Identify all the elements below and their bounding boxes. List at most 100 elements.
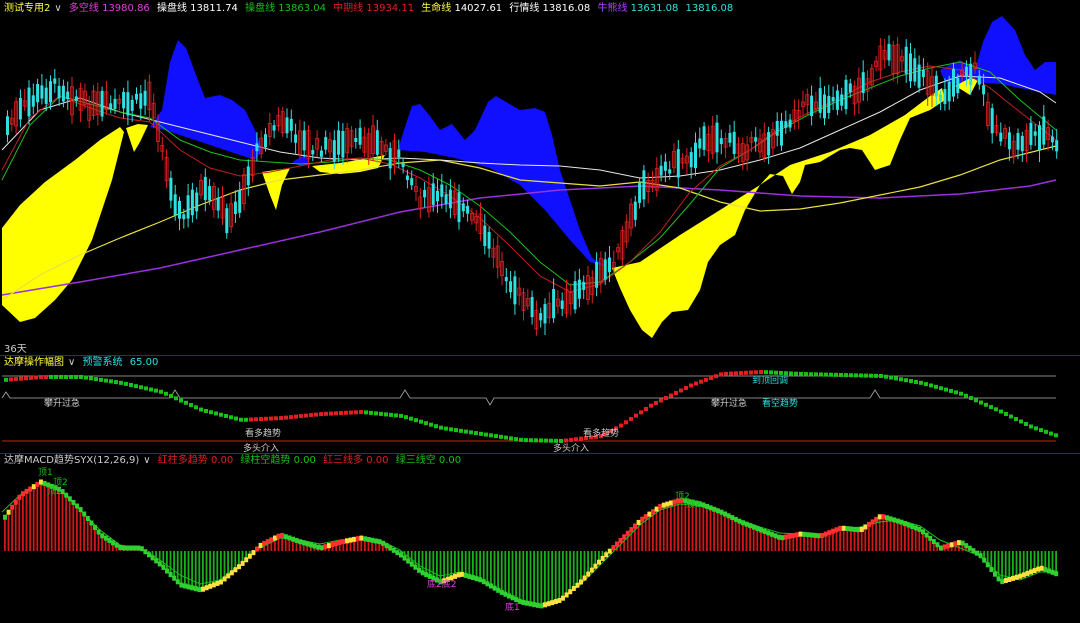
macd-dot (118, 544, 123, 550)
candle-body (135, 93, 138, 100)
trend-dot (34, 375, 38, 380)
trend-dot (714, 374, 718, 379)
panel2-name[interactable]: 达摩操作幅图 (4, 357, 64, 368)
candle-body (354, 138, 358, 143)
macd-dot (1014, 574, 1019, 580)
trend-dot (439, 425, 443, 430)
candle-body (31, 95, 35, 107)
macd-dot (377, 539, 382, 545)
macd-bar (914, 527, 917, 551)
macd-dot (388, 545, 393, 551)
trend-dot (29, 375, 33, 380)
macd-dot (417, 567, 421, 573)
macd-dot (769, 531, 774, 537)
macd-bar (889, 518, 892, 551)
trend-dot (279, 416, 283, 421)
macd-bar (7, 512, 10, 551)
candle-body (840, 94, 844, 106)
candle-body (461, 203, 465, 212)
macd-dot (553, 599, 558, 605)
candle-body (18, 97, 22, 120)
trend-dot (289, 415, 293, 420)
macd-dot (755, 526, 760, 532)
candle-body (573, 281, 577, 310)
macd-dot (233, 567, 238, 573)
trend-dot (54, 375, 58, 379)
macd-bar (652, 511, 654, 551)
candle-body (74, 96, 78, 101)
macd-bar (738, 521, 741, 551)
macd-dot (39, 479, 43, 485)
macd-dot (773, 533, 778, 539)
trend-dot (149, 387, 153, 392)
macd-dot (759, 527, 763, 533)
trend-dot (899, 377, 903, 382)
chevron-down-icon[interactable]: ∨ (143, 455, 150, 466)
macd-dot (244, 557, 249, 563)
chart-canvas[interactable] (0, 0, 1080, 623)
macd-bar (500, 551, 503, 593)
annotation-label: 看空趋势 (762, 399, 799, 409)
panel3-name[interactable]: 达摩MACD趋势SYX(12,26,9) (4, 455, 139, 466)
trend-dot (59, 375, 63, 379)
trend-dot (229, 415, 233, 420)
macd-dot (967, 545, 972, 551)
macd-bar (767, 532, 769, 551)
candle-body (182, 214, 186, 220)
trend-dot (239, 417, 243, 422)
candle-body (6, 116, 9, 135)
annotation-label: 到顶回调 (752, 376, 789, 386)
candle-body (130, 99, 134, 111)
macd-dot (107, 537, 112, 543)
macd-dot (143, 549, 148, 555)
trend-dot (489, 433, 493, 438)
trend-dot (659, 398, 663, 403)
macd-dot (309, 542, 313, 548)
legend-item-2: 红三线多 0.00 (323, 455, 388, 466)
macd-dot (823, 531, 828, 537)
macd-dot (276, 533, 281, 539)
macd-dot (229, 570, 234, 576)
macd-dot (568, 589, 573, 595)
trend-dot (79, 375, 83, 379)
candle-body (1033, 131, 1037, 136)
candle-body (835, 90, 839, 110)
candle-body (810, 95, 814, 117)
trend-dot (879, 373, 883, 378)
legend-value: 0.00 (210, 455, 234, 466)
macd-bar (871, 521, 874, 551)
macd-bar (828, 532, 831, 551)
macd-dot (352, 536, 357, 542)
macd-dot (485, 581, 490, 587)
macd-dot (820, 533, 825, 539)
trend-dot (974, 398, 978, 403)
macd-dot (255, 546, 259, 552)
candle-body (848, 83, 852, 93)
macd-dot (921, 529, 925, 535)
macd-dot (841, 525, 846, 531)
macd-dot (546, 601, 551, 607)
candle-body (66, 91, 70, 99)
candle-body (388, 148, 392, 169)
macd-dot (1000, 579, 1005, 585)
candle-body (595, 261, 599, 288)
macd-bar (562, 551, 564, 599)
macd-bar (1055, 551, 1057, 574)
trend-dot (844, 373, 848, 378)
legend-label: 红柱多趋势 (157, 455, 208, 466)
annotation-label: 攀升过急 (711, 399, 748, 409)
macd-dot (708, 505, 713, 511)
chevron-down-icon[interactable]: ∨ (68, 357, 75, 368)
macd-dot (856, 527, 861, 533)
candle-body (423, 189, 427, 198)
trend-dot (99, 377, 103, 382)
macd-dot (874, 516, 879, 522)
macd-bar (526, 551, 528, 604)
macd-dot (78, 507, 83, 513)
trend-dot (119, 380, 123, 385)
trend-dot (474, 431, 478, 436)
candle-body (57, 85, 61, 99)
macd-dot (1003, 578, 1008, 584)
macd-dot (975, 550, 979, 556)
macd-bar (223, 551, 226, 579)
